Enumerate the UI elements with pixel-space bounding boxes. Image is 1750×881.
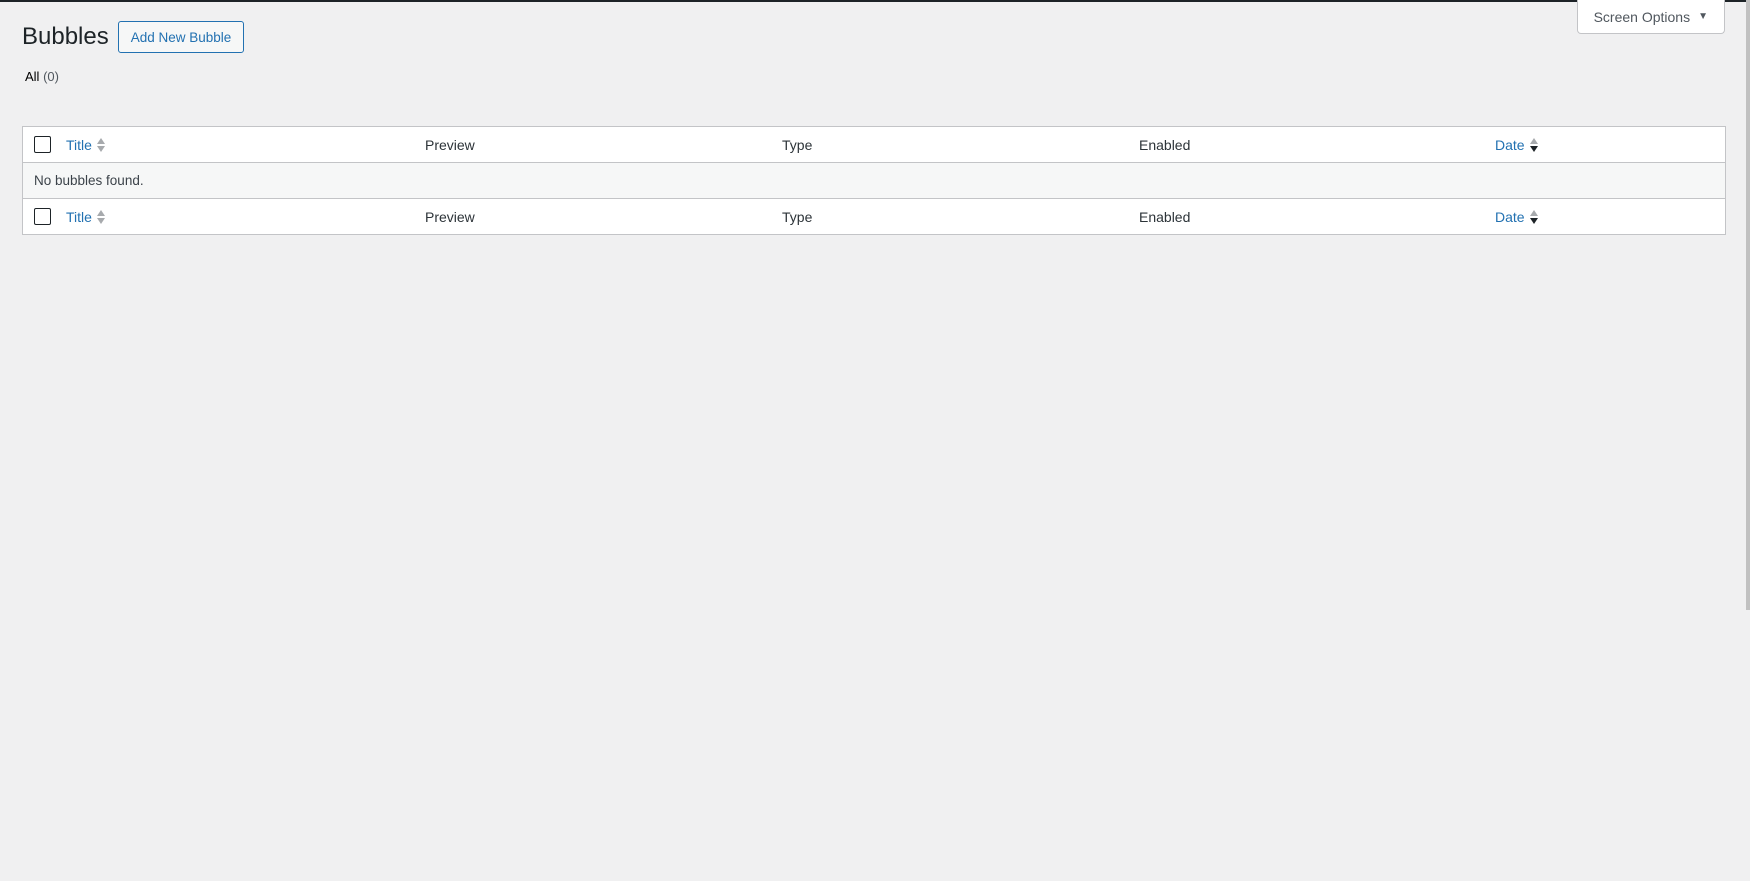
- select-all-checkbox[interactable]: [34, 136, 51, 153]
- sort-arrows-icon: [96, 137, 105, 153]
- filter-all-link[interactable]: All: [25, 69, 39, 84]
- no-items-row: No bubbles found.: [23, 163, 1725, 198]
- column-type-footer: Type: [782, 209, 1139, 225]
- select-all-cell: [23, 136, 66, 153]
- select-all-checkbox-footer[interactable]: [34, 208, 51, 225]
- bubbles-table: Title Preview Type Enabled Date No bubbl…: [22, 126, 1726, 235]
- screen-options-label: Screen Options: [1593, 8, 1691, 25]
- column-date-label: Date: [1495, 136, 1525, 153]
- add-new-bubble-button[interactable]: Add New Bubble: [117, 21, 245, 53]
- admin-bar-edge: [0, 0, 1750, 2]
- select-all-cell-footer: [23, 208, 66, 225]
- caret-down-icon: ▼: [1698, 11, 1708, 22]
- filter-all-count: (0): [43, 69, 59, 84]
- sort-arrows-icon: [1529, 137, 1538, 153]
- sort-arrows-icon: [96, 209, 105, 225]
- screen-options-button[interactable]: Screen Options ▼: [1576, 0, 1725, 34]
- column-title-footer: Title: [66, 209, 425, 225]
- column-date-footer: Date: [1495, 209, 1725, 225]
- column-preview-footer: Preview: [425, 209, 782, 225]
- column-type-label: Type: [782, 136, 813, 153]
- column-date: Date: [1495, 137, 1725, 153]
- column-title: Title: [66, 137, 425, 153]
- column-title-label: Title: [66, 136, 92, 153]
- column-type: Type: [782, 137, 1139, 153]
- sort-by-title-link-footer[interactable]: Title: [66, 209, 105, 225]
- table-footer-row: Title Preview Type Enabled Date: [23, 198, 1725, 234]
- sort-by-title-link[interactable]: Title: [66, 137, 105, 153]
- column-title-label-footer: Title: [66, 208, 92, 225]
- column-enabled-label-footer: Enabled: [1139, 208, 1191, 225]
- sort-by-date-link-footer[interactable]: Date: [1495, 209, 1538, 225]
- column-enabled: Enabled: [1139, 137, 1495, 153]
- column-enabled-label: Enabled: [1139, 136, 1191, 153]
- column-enabled-footer: Enabled: [1139, 209, 1495, 225]
- status-filter: All (0): [25, 69, 59, 84]
- page-scrollbar[interactable]: [1746, 0, 1750, 610]
- empty-message: No bubbles found.: [34, 173, 144, 188]
- column-type-label-footer: Type: [782, 208, 813, 225]
- column-preview: Preview: [425, 137, 782, 153]
- sort-arrows-icon: [1529, 209, 1538, 225]
- table-header-row: Title Preview Type Enabled Date: [23, 127, 1725, 163]
- page-title: Bubbles: [22, 23, 109, 50]
- column-preview-label-footer: Preview: [425, 208, 475, 225]
- heading-row: Bubbles Add New Bubble: [22, 20, 245, 54]
- page: Screen Options ▼ Bubbles Add New Bubble …: [0, 0, 1750, 881]
- column-date-label-footer: Date: [1495, 208, 1525, 225]
- column-preview-label: Preview: [425, 136, 475, 153]
- sort-by-date-link[interactable]: Date: [1495, 137, 1538, 153]
